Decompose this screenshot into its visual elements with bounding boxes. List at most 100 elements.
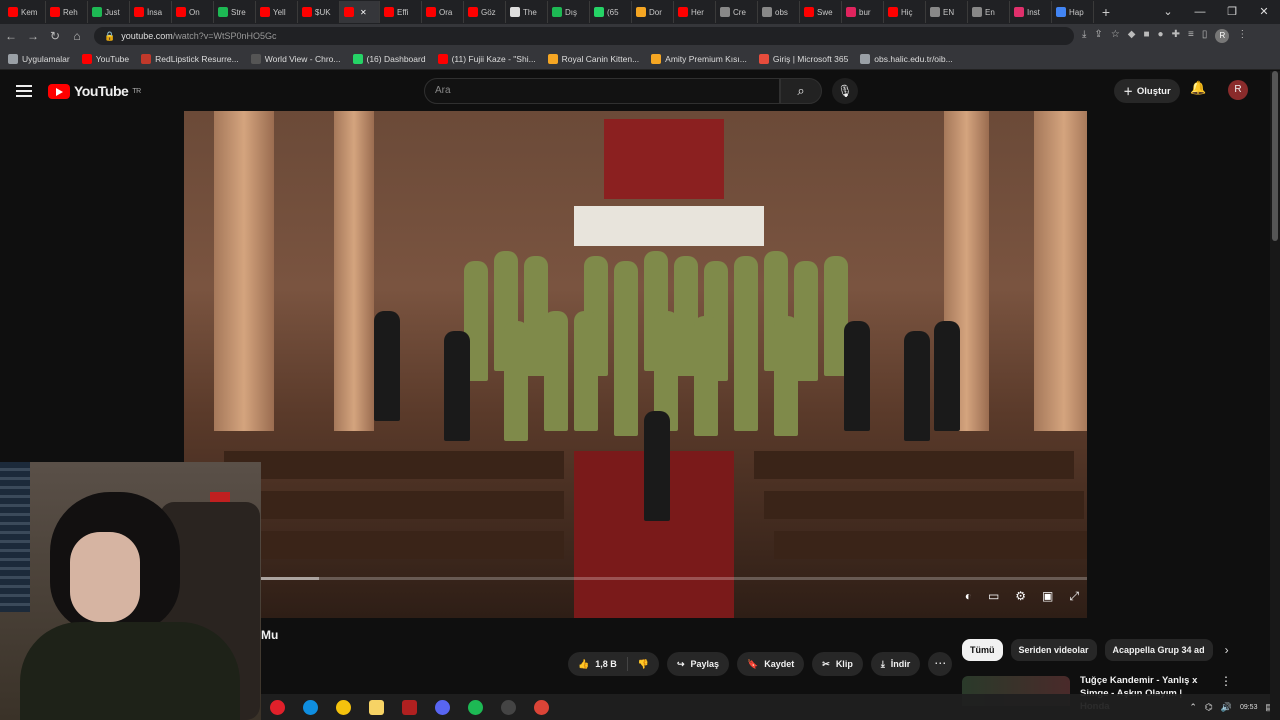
fullscreen-icon[interactable]: ⤢ — [1069, 589, 1079, 604]
taskbar-app-opera[interactable] — [261, 694, 294, 720]
close-window-button[interactable]: ✕ — [1248, 0, 1280, 24]
home-icon[interactable]: ⌂ — [66, 29, 88, 43]
taskbar-app-discord[interactable] — [426, 694, 459, 720]
video-player[interactable]: ◐ ▭ ⚙ ▣ ⤢ — [184, 111, 1087, 618]
bookmark-item[interactable]: YouTube — [81, 53, 129, 64]
bookmark-item[interactable]: Amity Premium Kısı... — [651, 53, 747, 64]
taskbar-app-spotify[interactable] — [459, 694, 492, 720]
video-progress-bar[interactable] — [184, 577, 1087, 580]
settings-gear-icon[interactable]: ⚙ — [1015, 589, 1026, 604]
back-icon[interactable]: ← — [0, 29, 22, 43]
taskbar-app-edge[interactable] — [294, 694, 327, 720]
install-icon[interactable]: ⤓ — [1082, 29, 1086, 43]
browser-tab[interactable]: Dor — [632, 1, 674, 23]
chip-all[interactable]: Tümü — [962, 639, 1003, 661]
dislike-button[interactable]: 👎 — [628, 652, 659, 676]
subtitles-icon[interactable]: ▭ — [988, 589, 999, 604]
browser-tab[interactable]: bur — [842, 1, 884, 23]
browser-tab[interactable]: Just — [88, 1, 130, 23]
clip-button[interactable]: ✂ Klip — [812, 652, 863, 676]
browser-tab[interactable]: Stre — [214, 1, 256, 23]
maximize-button[interactable]: ❐ — [1216, 0, 1248, 24]
extension-icon[interactable]: ◆ — [1128, 29, 1136, 43]
bookmark-item[interactable]: World View - Chro... — [250, 53, 341, 64]
scrollbar-thumb[interactable] — [1272, 71, 1278, 241]
bell-icon[interactable]: 🔔 — [1190, 80, 1206, 96]
extension-icon[interactable]: ■ — [1143, 29, 1149, 43]
browser-tab[interactable]: Dış — [548, 1, 590, 23]
browser-tab[interactable]: Hiç — [884, 1, 926, 23]
browser-tab[interactable]: Inst — [1010, 1, 1052, 23]
browser-tab[interactable]: Göz — [464, 1, 506, 23]
browser-tab[interactable]: Effi — [380, 1, 422, 23]
browser-tab[interactable]: The — [506, 1, 548, 23]
autoplay-toggle-icon[interactable]: ◐ — [965, 589, 972, 604]
bookmark-item[interactable]: (11) Fujii Kaze - "Shi... — [437, 53, 536, 64]
bookmark-item[interactable]: Uygulamalar — [8, 53, 70, 64]
sidepanel-icon[interactable]: ▯ — [1202, 29, 1208, 43]
browser-tab[interactable]: En — [968, 1, 1010, 23]
taskbar-app-chrome-alt[interactable] — [525, 694, 558, 720]
chip-acappella[interactable]: Acappella Grup 34 ad — [1104, 639, 1213, 661]
taskbar-app-obs[interactable] — [492, 694, 525, 720]
browser-tab[interactable]: $UK — [298, 1, 340, 23]
chevron-right-icon[interactable]: › — [1225, 643, 1229, 657]
bookmark-item[interactable]: Giriş | Microsoft 365 — [758, 53, 848, 64]
browser-tab[interactable]: Kem — [4, 1, 46, 23]
browser-tab[interactable]: Hap — [1052, 1, 1094, 23]
browser-tab[interactable]: On — [172, 1, 214, 23]
voice-search-button[interactable]: 🎙 — [832, 78, 858, 104]
bookmark-item[interactable]: Royal Canin Kitten... — [547, 53, 639, 64]
browser-tab[interactable]: EN — [926, 1, 968, 23]
browser-tab[interactable]: İnsa — [130, 1, 172, 23]
chevron-up-icon[interactable]: ⌃ — [1189, 702, 1197, 713]
browser-tab[interactable]: (65 — [590, 1, 632, 23]
new-tab-icon[interactable]: + — [1094, 4, 1118, 20]
puzzle-icon[interactable]: ✚ — [1172, 29, 1180, 43]
site-info-icon[interactable]: 🔒 — [104, 31, 115, 42]
forward-icon[interactable]: → — [22, 29, 44, 43]
star-icon[interactable]: ☆ — [1111, 29, 1120, 43]
reload-icon[interactable]: ↻ — [44, 29, 66, 43]
browser-tab[interactable]: ✕ — [340, 1, 380, 23]
menu-icon[interactable] — [16, 85, 32, 97]
theater-mode-icon[interactable]: ▣ — [1042, 589, 1053, 604]
clock[interactable]: 09:53 — [1240, 703, 1258, 712]
taskbar-app-files[interactable] — [360, 694, 393, 720]
browser-tab[interactable]: Her — [674, 1, 716, 23]
extension-icon[interactable]: ● — [1158, 29, 1164, 43]
network-icon[interactable]: ⌬ — [1205, 702, 1213, 713]
create-button[interactable]: ＋ Oluştur — [1114, 79, 1180, 103]
browser-tab[interactable]: Swe — [800, 1, 842, 23]
user-avatar[interactable]: R — [1228, 80, 1248, 100]
download-button[interactable]: ⤓ İndir — [870, 652, 921, 676]
search-input[interactable]: Ara — [424, 78, 780, 104]
volume-icon[interactable]: 🔊 — [1221, 702, 1232, 713]
recommendation-menu-icon[interactable]: ⋮ — [1220, 674, 1232, 688]
browser-tab[interactable]: Yell — [256, 1, 298, 23]
browser-tab[interactable]: obs — [758, 1, 800, 23]
taskbar-app-chrome[interactable] — [327, 694, 360, 720]
share-icon[interactable]: ⇪ — [1094, 29, 1102, 43]
share-button[interactable]: ↪ Paylaş — [666, 652, 730, 676]
chip-series[interactable]: Seriden videolar — [1010, 639, 1097, 661]
taskbar-app-winrar[interactable] — [393, 694, 426, 720]
bookmark-item[interactable]: obs.halic.edu.tr/oib... — [860, 53, 953, 64]
chrome-menu-icon[interactable]: ⋮ — [1237, 29, 1247, 43]
more-actions-icon[interactable]: ⋯ — [928, 652, 953, 676]
like-button[interactable]: 👍 1,8 B — [568, 652, 627, 676]
address-bar[interactable]: 🔒 youtube.com/watch?v=WtSP0nHO5Gc — [94, 27, 1074, 45]
bookmark-item[interactable]: (16) Dashboard — [352, 53, 426, 64]
bookmark-item[interactable]: RedLipstick Resurre... — [141, 53, 239, 64]
youtube-logo[interactable]: YouTube TR — [48, 83, 141, 99]
save-button[interactable]: 🔖 Kaydet — [737, 652, 805, 676]
search-button[interactable]: ⌕ — [780, 78, 822, 104]
profile-avatar[interactable]: R — [1215, 29, 1230, 43]
browser-tab[interactable]: Ora — [422, 1, 464, 23]
tab-close-icon[interactable]: ✕ — [360, 8, 367, 17]
browser-tab[interactable]: Reh — [46, 1, 88, 23]
tab-search-icon[interactable]: ⌄ — [1152, 0, 1184, 24]
page-scrollbar[interactable] — [1270, 71, 1280, 720]
browser-tab[interactable]: Cre — [716, 1, 758, 23]
reading-list-icon[interactable]: ≡ — [1188, 29, 1194, 43]
